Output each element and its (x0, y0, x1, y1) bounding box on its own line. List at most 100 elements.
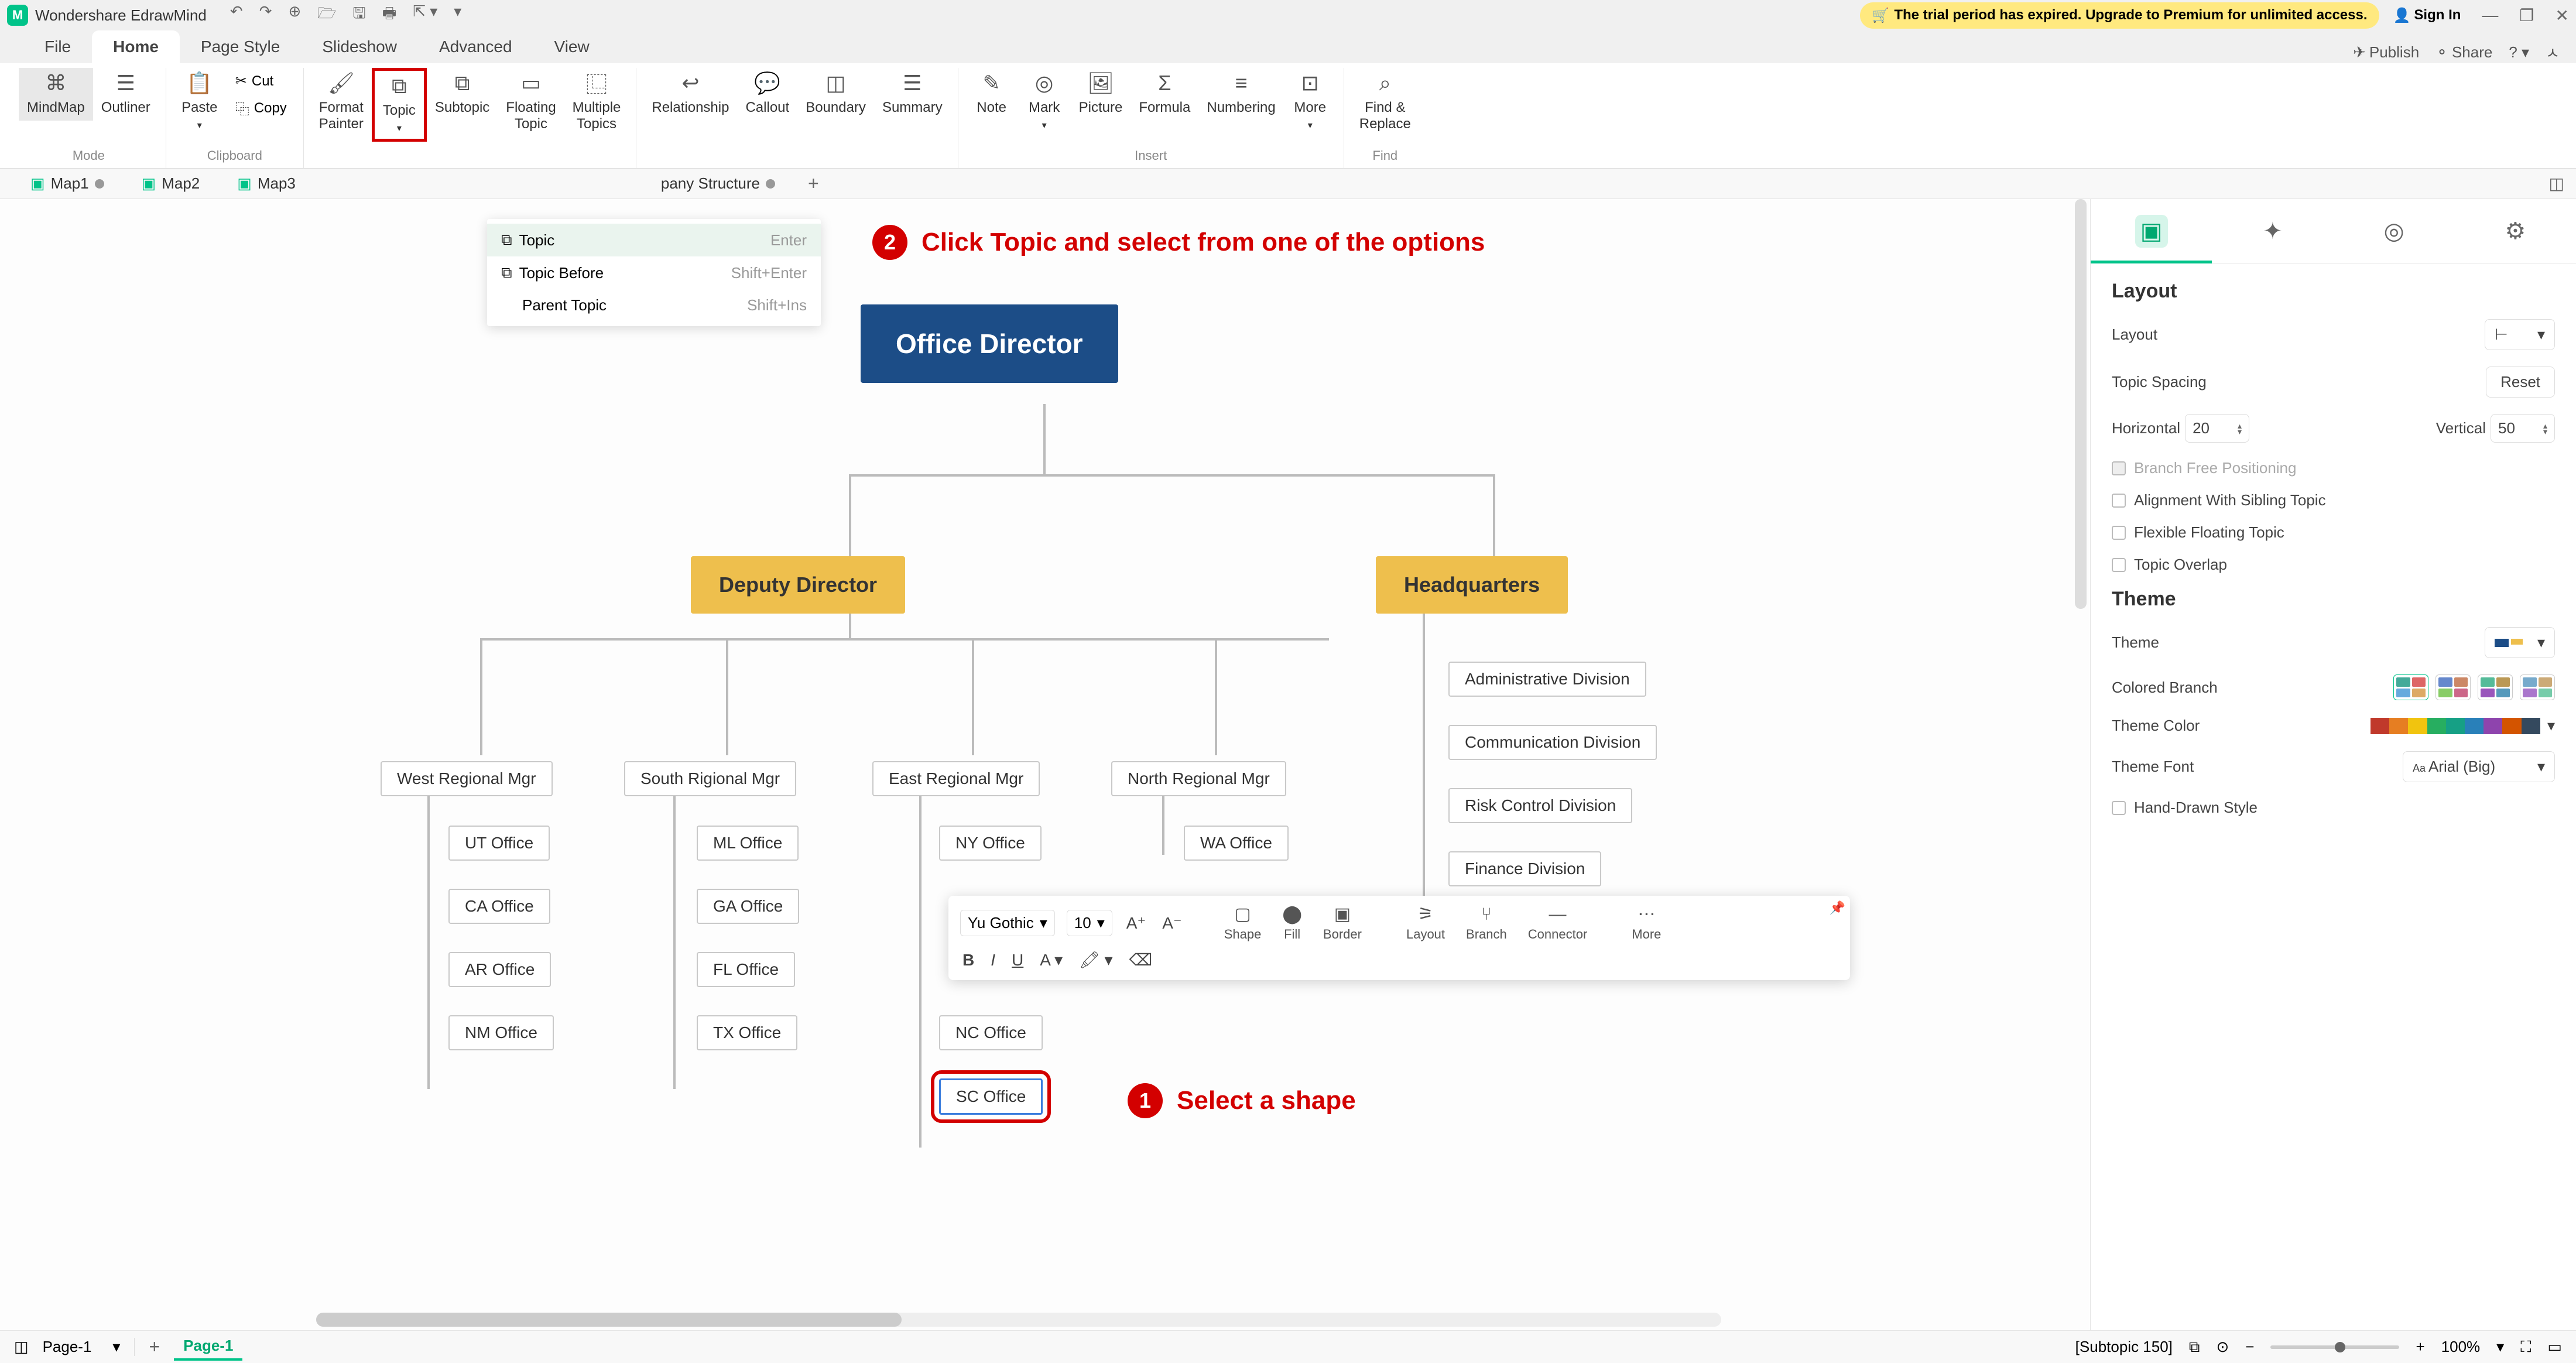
h-scrollbar-thumb[interactable] (316, 1313, 902, 1327)
numbering-button[interactable]: ≡Numbering (1198, 68, 1283, 121)
clear-format-icon[interactable]: ⌫ (1127, 948, 1155, 972)
theme-select[interactable]: ▾ (2485, 627, 2555, 658)
highlight-icon[interactable]: 🖍 ▾ (1077, 948, 1115, 972)
node-tx[interactable]: TX Office (697, 1015, 797, 1050)
sp-tab-icon[interactable]: ◎ (2378, 215, 2410, 248)
qat-more-icon[interactable]: ▾ (454, 2, 461, 28)
menu-file[interactable]: File (23, 30, 92, 63)
multiple-topics-button[interactable]: ⿺Multiple Topics (564, 68, 629, 137)
node-finance[interactable]: Finance Division (1448, 851, 1601, 886)
checkbox[interactable] (2112, 494, 2126, 508)
subtopic-button[interactable]: ⧉Subtopic (427, 68, 498, 121)
zoom-in-icon[interactable]: + (2416, 1338, 2424, 1356)
print-icon[interactable]: 🖶 (382, 2, 397, 28)
branch-swatch-4[interactable] (2520, 674, 2555, 700)
more-button[interactable]: ⊡More▾ (1284, 68, 1337, 136)
node-fl[interactable]: FL Office (697, 952, 795, 987)
zoom-out-icon[interactable]: − (2245, 1338, 2254, 1356)
node-west[interactable]: West Regional Mgr (381, 761, 553, 796)
help-icon[interactable]: ? ▾ (2509, 43, 2529, 61)
connector-btn[interactable]: —Connector (1523, 905, 1592, 942)
branch-swatch-3[interactable] (2478, 674, 2513, 700)
vertical-input[interactable]: 50▴▾ (2491, 414, 2555, 443)
font-select[interactable]: Yu Gothic▾ (960, 910, 1055, 936)
chevron-down-icon[interactable]: ▾ (2547, 717, 2555, 735)
node-ut[interactable]: UT Office (448, 826, 550, 861)
dropdown-parent-topic[interactable]: Parent Topic Shift+Ins (487, 289, 821, 321)
reset-button[interactable]: Reset (2486, 367, 2555, 398)
v-scrollbar[interactable] (2075, 199, 2087, 902)
font-decrease-icon[interactable]: A⁻ (1160, 911, 1184, 935)
cb-flexible[interactable]: Flexible Floating Topic (2112, 523, 2555, 542)
dropdown-topic[interactable]: ⧉Topic Enter (487, 224, 821, 256)
doc-tab-map1[interactable]: ▣Map1 (16, 170, 118, 197)
menu-page-style[interactable]: Page Style (180, 30, 301, 63)
tabbar-panel-icon[interactable]: ◫ (2549, 174, 2564, 193)
mark-button[interactable]: ◎Mark▾ (1018, 68, 1071, 136)
theme-font-select[interactable]: Aa Arial (Big) ▾ (2403, 751, 2555, 782)
node-comm[interactable]: Communication Division (1448, 725, 1657, 760)
signin-button[interactable]: 👤 Sign In (2393, 7, 2461, 24)
trial-banner[interactable]: 🛒 The trial period has expired. Upgrade … (1860, 2, 2379, 29)
node-south[interactable]: South Rigional Mgr (624, 761, 796, 796)
zoom-thumb[interactable] (2335, 1342, 2345, 1352)
node-nc[interactable]: NC Office (939, 1015, 1043, 1050)
fit-icon[interactable]: ⊙ (2216, 1338, 2229, 1356)
callout-button[interactable]: 💬Callout (737, 68, 797, 121)
collapse-ribbon-icon[interactable]: ㅅ (2546, 42, 2560, 63)
border-btn[interactable]: ▣Border (1318, 904, 1366, 942)
cut-button[interactable]: ✂Cut (231, 70, 292, 92)
branch-btn[interactable]: ⑂Branch (1461, 905, 1512, 942)
minimize-icon[interactable]: — (2482, 6, 2498, 25)
format-painter-button[interactable]: 🖌Format Painter (311, 68, 372, 137)
theme-color-strip[interactable] (2371, 718, 2540, 734)
sp-tab-style[interactable]: ✦ (2256, 215, 2289, 248)
checkbox[interactable] (2112, 558, 2126, 572)
chevron-down-icon[interactable]: ▾ (2496, 1338, 2504, 1356)
mindmap-button[interactable]: ⌘MindMap (19, 68, 93, 121)
new-tab-button[interactable]: + (799, 173, 828, 194)
save-icon[interactable]: 🖫 (353, 2, 366, 28)
canvas[interactable]: 2 Click Topic and select from one of the… (0, 199, 2090, 1330)
cb-alignment[interactable]: Alignment With Sibling Topic (2112, 491, 2555, 509)
menu-view[interactable]: View (533, 30, 611, 63)
fullscreen-icon[interactable]: ⛶ (2520, 1338, 2531, 1357)
page-dropdown[interactable]: Page-1▾ (43, 1338, 135, 1356)
italic-icon[interactable]: I (988, 948, 998, 972)
formula-button[interactable]: ΣFormula (1131, 68, 1198, 121)
floating-topic-button[interactable]: ▭Floating Topic (498, 68, 564, 137)
add-page-button[interactable]: + (149, 1336, 160, 1358)
branch-swatch-1[interactable] (2393, 674, 2428, 700)
horizontal-input[interactable]: 20▴▾ (2185, 414, 2249, 443)
node-north[interactable]: North Regional Mgr (1111, 761, 1286, 796)
pin-icon[interactable]: 📌 (1830, 900, 1845, 916)
fill-btn[interactable]: ⬤Fill (1277, 904, 1307, 942)
presentation-icon[interactable]: ▭ (2547, 1338, 2562, 1356)
dropdown-topic-before[interactable]: ⧉Topic Before Shift+Enter (487, 256, 821, 289)
checkbox[interactable] (2112, 526, 2126, 540)
size-select[interactable]: 10▾ (1067, 910, 1112, 936)
cb-overlap[interactable]: Topic Overlap (2112, 556, 2555, 574)
boundary-button[interactable]: ◫Boundary (797, 68, 874, 121)
zoom-slider[interactable] (2270, 1345, 2399, 1349)
new-icon[interactable]: ⊕ (288, 2, 301, 28)
node-root[interactable]: Office Director (861, 304, 1118, 383)
underline-icon[interactable]: U (1009, 948, 1026, 972)
page-tab-1[interactable]: Page-1 (174, 1333, 242, 1361)
ft-more-btn[interactable]: ⋯More (1627, 904, 1666, 942)
summary-button[interactable]: ☰Summary (874, 68, 951, 121)
relationship-button[interactable]: ↩Relationship (643, 68, 737, 121)
shape-btn[interactable]: ▢Shape (1220, 904, 1266, 942)
node-ar[interactable]: AR Office (448, 952, 551, 987)
export-icon[interactable]: ⇱ ▾ (413, 2, 437, 28)
sp-tab-settings[interactable]: ⚙ (2499, 215, 2532, 248)
menu-slideshow[interactable]: Slideshow (301, 30, 418, 63)
node-ny[interactable]: NY Office (939, 826, 1042, 861)
node-hq[interactable]: Headquarters (1376, 556, 1568, 614)
doc-tab-map3[interactable]: ▣Map3 (223, 170, 310, 197)
close-icon[interactable]: ✕ (2556, 6, 2569, 25)
picture-button[interactable]: 🖼Picture (1071, 68, 1131, 121)
node-ml[interactable]: ML Office (697, 826, 799, 861)
layout-select[interactable]: ⊢▾ (2485, 319, 2555, 350)
note-button[interactable]: ✎Note (965, 68, 1018, 121)
